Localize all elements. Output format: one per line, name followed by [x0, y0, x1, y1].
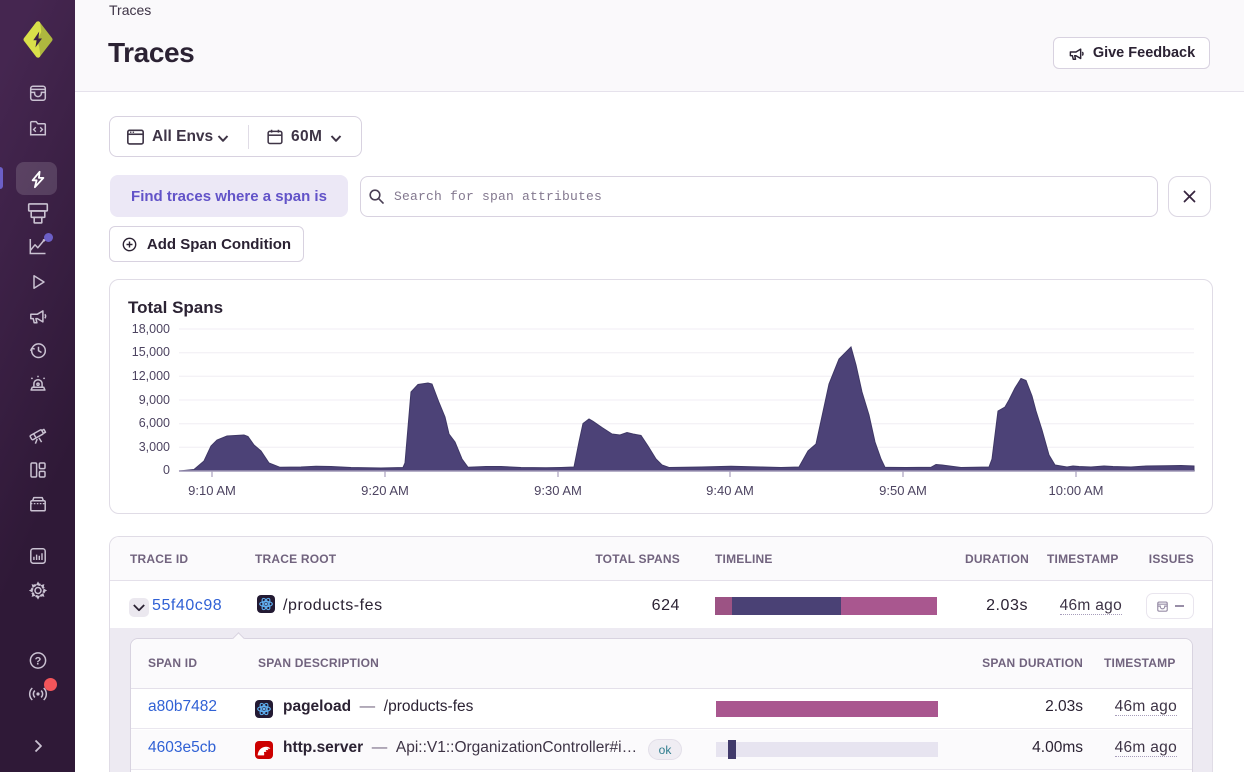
svg-text:?: ? [34, 655, 41, 667]
